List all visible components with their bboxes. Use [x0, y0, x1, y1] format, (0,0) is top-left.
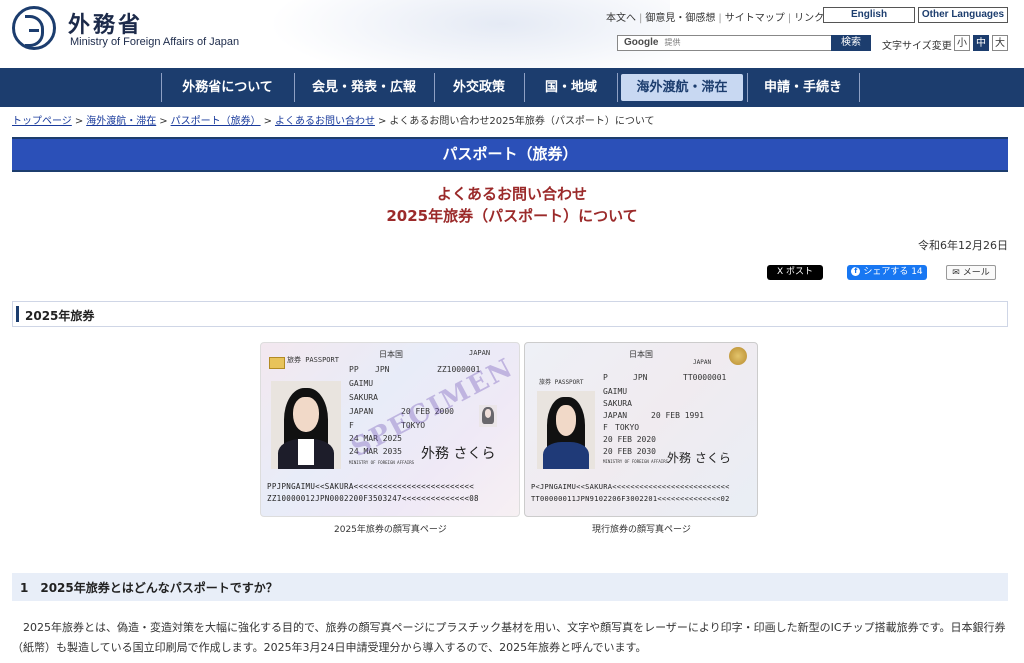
- passport-country-jp: 日本国: [629, 350, 653, 359]
- nav-policy[interactable]: 外交政策: [438, 74, 520, 101]
- passport-label: 旅券 PASSPORT: [539, 379, 584, 386]
- passport-current-image: 旅券 PASSPORT 日本国 JAPAN P JPN TT0000001 GA…: [524, 342, 758, 517]
- publish-date: 令和6年12月26日: [918, 239, 1008, 252]
- section-banner-title: パスポート（旅券）: [442, 145, 578, 163]
- passport-given-name: SAKURA: [349, 393, 378, 402]
- passport-signature: 外務 さくら: [421, 446, 496, 462]
- passport-expiry-date: 20 FEB 2030: [603, 447, 656, 456]
- page-title-line2: 2025年旅券（パスポート）について: [386, 207, 638, 225]
- breadcrumb: トップページ > 海外渡航・滞在 > パスポート（旅券） > よくあるお問い合わせ > よくある…: [12, 116, 655, 127]
- passport-authority: MINISTRY OF FOREIGN AFFAIRS: [603, 459, 669, 464]
- nav-divider: [294, 73, 295, 102]
- breadcrumb-passport[interactable]: パスポート（旅券）: [171, 116, 261, 127]
- passport-surname: GAIMU: [603, 387, 628, 396]
- mail-share-button[interactable]: ✉ メール: [946, 265, 996, 280]
- nav-divider: [434, 73, 435, 102]
- passport-country-code: JPN: [375, 365, 390, 374]
- passport-2025-caption: 2025年旅券の顔写真ページ: [334, 525, 447, 535]
- breadcrumb-current: よくあるお問い合わせ2025年旅券（パスポート）について: [389, 116, 655, 127]
- ic-chip-icon: [269, 357, 285, 369]
- section-heading-text: 2025年旅券: [25, 309, 95, 323]
- passport-mrz-line1: P<JPNGAIMU<<SAKURA<<<<<<<<<<<<<<<<<<<<<<…: [531, 483, 730, 491]
- passport-photo: [537, 391, 595, 469]
- breadcrumb-travel[interactable]: 海外渡航・滞在: [86, 116, 156, 127]
- passport-surname: GAIMU: [349, 379, 374, 388]
- nav-divider: [617, 73, 618, 102]
- section-heading-2025-passport: 2025年旅券: [12, 301, 1008, 327]
- passport-nationality: JAPAN: [603, 411, 628, 420]
- x-post-button[interactable]: X ポスト: [767, 265, 823, 280]
- ghost-photo: [479, 405, 497, 427]
- passport-dob: 20 FEB 1991: [651, 411, 704, 420]
- passport-type: P: [603, 373, 608, 382]
- passport-label: 旅券 PASSPORT: [287, 356, 339, 364]
- nav-press[interactable]: 会見・発表・広報: [298, 74, 430, 101]
- passport-country-en: JAPAN: [693, 359, 712, 366]
- passport-signature: 外務 さくら: [667, 451, 731, 465]
- nav-regions[interactable]: 国・地域: [528, 74, 614, 101]
- main-nav: 外務省について 会見・発表・広報 外交政策 国・地域 海外渡航・滞在 申請・手続…: [0, 68, 1024, 107]
- passport-mrz-line2: TT00000011JPN9102206F3002201<<<<<<<<<<<<…: [531, 495, 730, 503]
- font-size-large-button[interactable]: 大: [992, 35, 1008, 51]
- search-button[interactable]: 検索: [831, 35, 871, 51]
- mofa-logo-icon[interactable]: [12, 6, 56, 50]
- sitemap-link[interactable]: サイトマップ: [722, 13, 788, 24]
- nav-divider: [524, 73, 525, 102]
- other-languages-button[interactable]: Other Languages: [918, 7, 1008, 23]
- nav-divider: [859, 73, 860, 102]
- logo-japanese[interactable]: 外務省: [68, 7, 143, 39]
- passport-sex: F: [603, 423, 608, 432]
- passport-mrz-line2: ZZ10000012JPN0002200F3503247<<<<<<<<<<<<…: [267, 494, 479, 503]
- passport-2025-image: 旅券 PASSPORT 日本国 JAPAN PP JPN ZZ1000001 G…: [260, 342, 520, 517]
- passport-mrz-line1: PPJPNGAIMU<<SAKURA<<<<<<<<<<<<<<<<<<<<<<…: [267, 482, 475, 491]
- breadcrumb-top[interactable]: トップページ: [12, 116, 72, 127]
- nav-about-mofa[interactable]: 外務省について: [166, 74, 289, 101]
- nav-travel[interactable]: 海外渡航・滞在: [621, 74, 743, 101]
- passport-issue-date: 20 FEB 2020: [603, 435, 656, 444]
- nav-divider: [161, 73, 162, 102]
- mail-label: メール: [962, 268, 990, 278]
- passport-country-code: JPN: [633, 373, 648, 382]
- page-title-line1: よくあるお問い合わせ: [436, 185, 587, 203]
- section-banner: パスポート（旅券）: [12, 137, 1008, 172]
- nav-applications[interactable]: 申請・手続き: [751, 74, 855, 101]
- breadcrumb-faq[interactable]: よくあるお問い合わせ: [275, 116, 375, 127]
- font-size-medium-button[interactable]: 中: [973, 35, 989, 51]
- passport-country-jp: 日本国: [379, 350, 403, 359]
- passport-given-name: SAKURA: [603, 399, 632, 408]
- passport-domicile: TOKYO: [615, 423, 640, 432]
- utility-links: 本文へ | 御意見・御感想 | サイトマップ | リンク集: [603, 9, 837, 24]
- faq-question-heading: 1 2025年旅券とはどんなパスポートですか？: [12, 573, 1008, 601]
- nav-divider: [747, 73, 748, 102]
- faq-answer-paragraph: 2025年旅券とは、偽造・変造対策を大幅に強化する目的で、旅券の顔写真ページにプ…: [12, 621, 1006, 654]
- feedback-link[interactable]: 御意見・御感想: [642, 13, 718, 24]
- passport-type: PP: [349, 365, 359, 374]
- skip-to-content-link[interactable]: 本文へ: [603, 13, 639, 24]
- google-label: Google: [624, 37, 659, 48]
- font-size-label: 文字サイズ変更: [882, 41, 952, 52]
- logo-english[interactable]: Ministry of Foreign Affairs of Japan: [70, 36, 239, 48]
- search-powered-label: 提供: [664, 38, 681, 47]
- passport-country-en: JAPAN: [469, 349, 491, 357]
- passport-photo: [271, 381, 341, 469]
- facebook-icon: f: [851, 267, 861, 276]
- english-button[interactable]: English: [823, 7, 915, 23]
- mail-icon: ✉: [952, 268, 960, 278]
- search-input[interactable]: Google 提供: [617, 35, 837, 51]
- faq-question-text: 1 2025年旅券とはどんなパスポートですか？: [20, 581, 278, 595]
- passport-current-caption: 現行旅券の顔写真ページ: [592, 525, 691, 535]
- facebook-share-label: シェアする 14: [863, 267, 923, 277]
- chrysanthemum-emblem-icon: [729, 347, 747, 365]
- passport-nationality: JAPAN: [349, 407, 374, 416]
- facebook-share-button[interactable]: f シェアする 14: [847, 265, 927, 280]
- passport-number: TT0000001: [683, 373, 727, 382]
- font-size-small-button[interactable]: 小: [954, 35, 970, 51]
- site-header: 外務省 Ministry of Foreign Affairs of Japan…: [0, 0, 1024, 68]
- passport-sex: F: [349, 421, 354, 430]
